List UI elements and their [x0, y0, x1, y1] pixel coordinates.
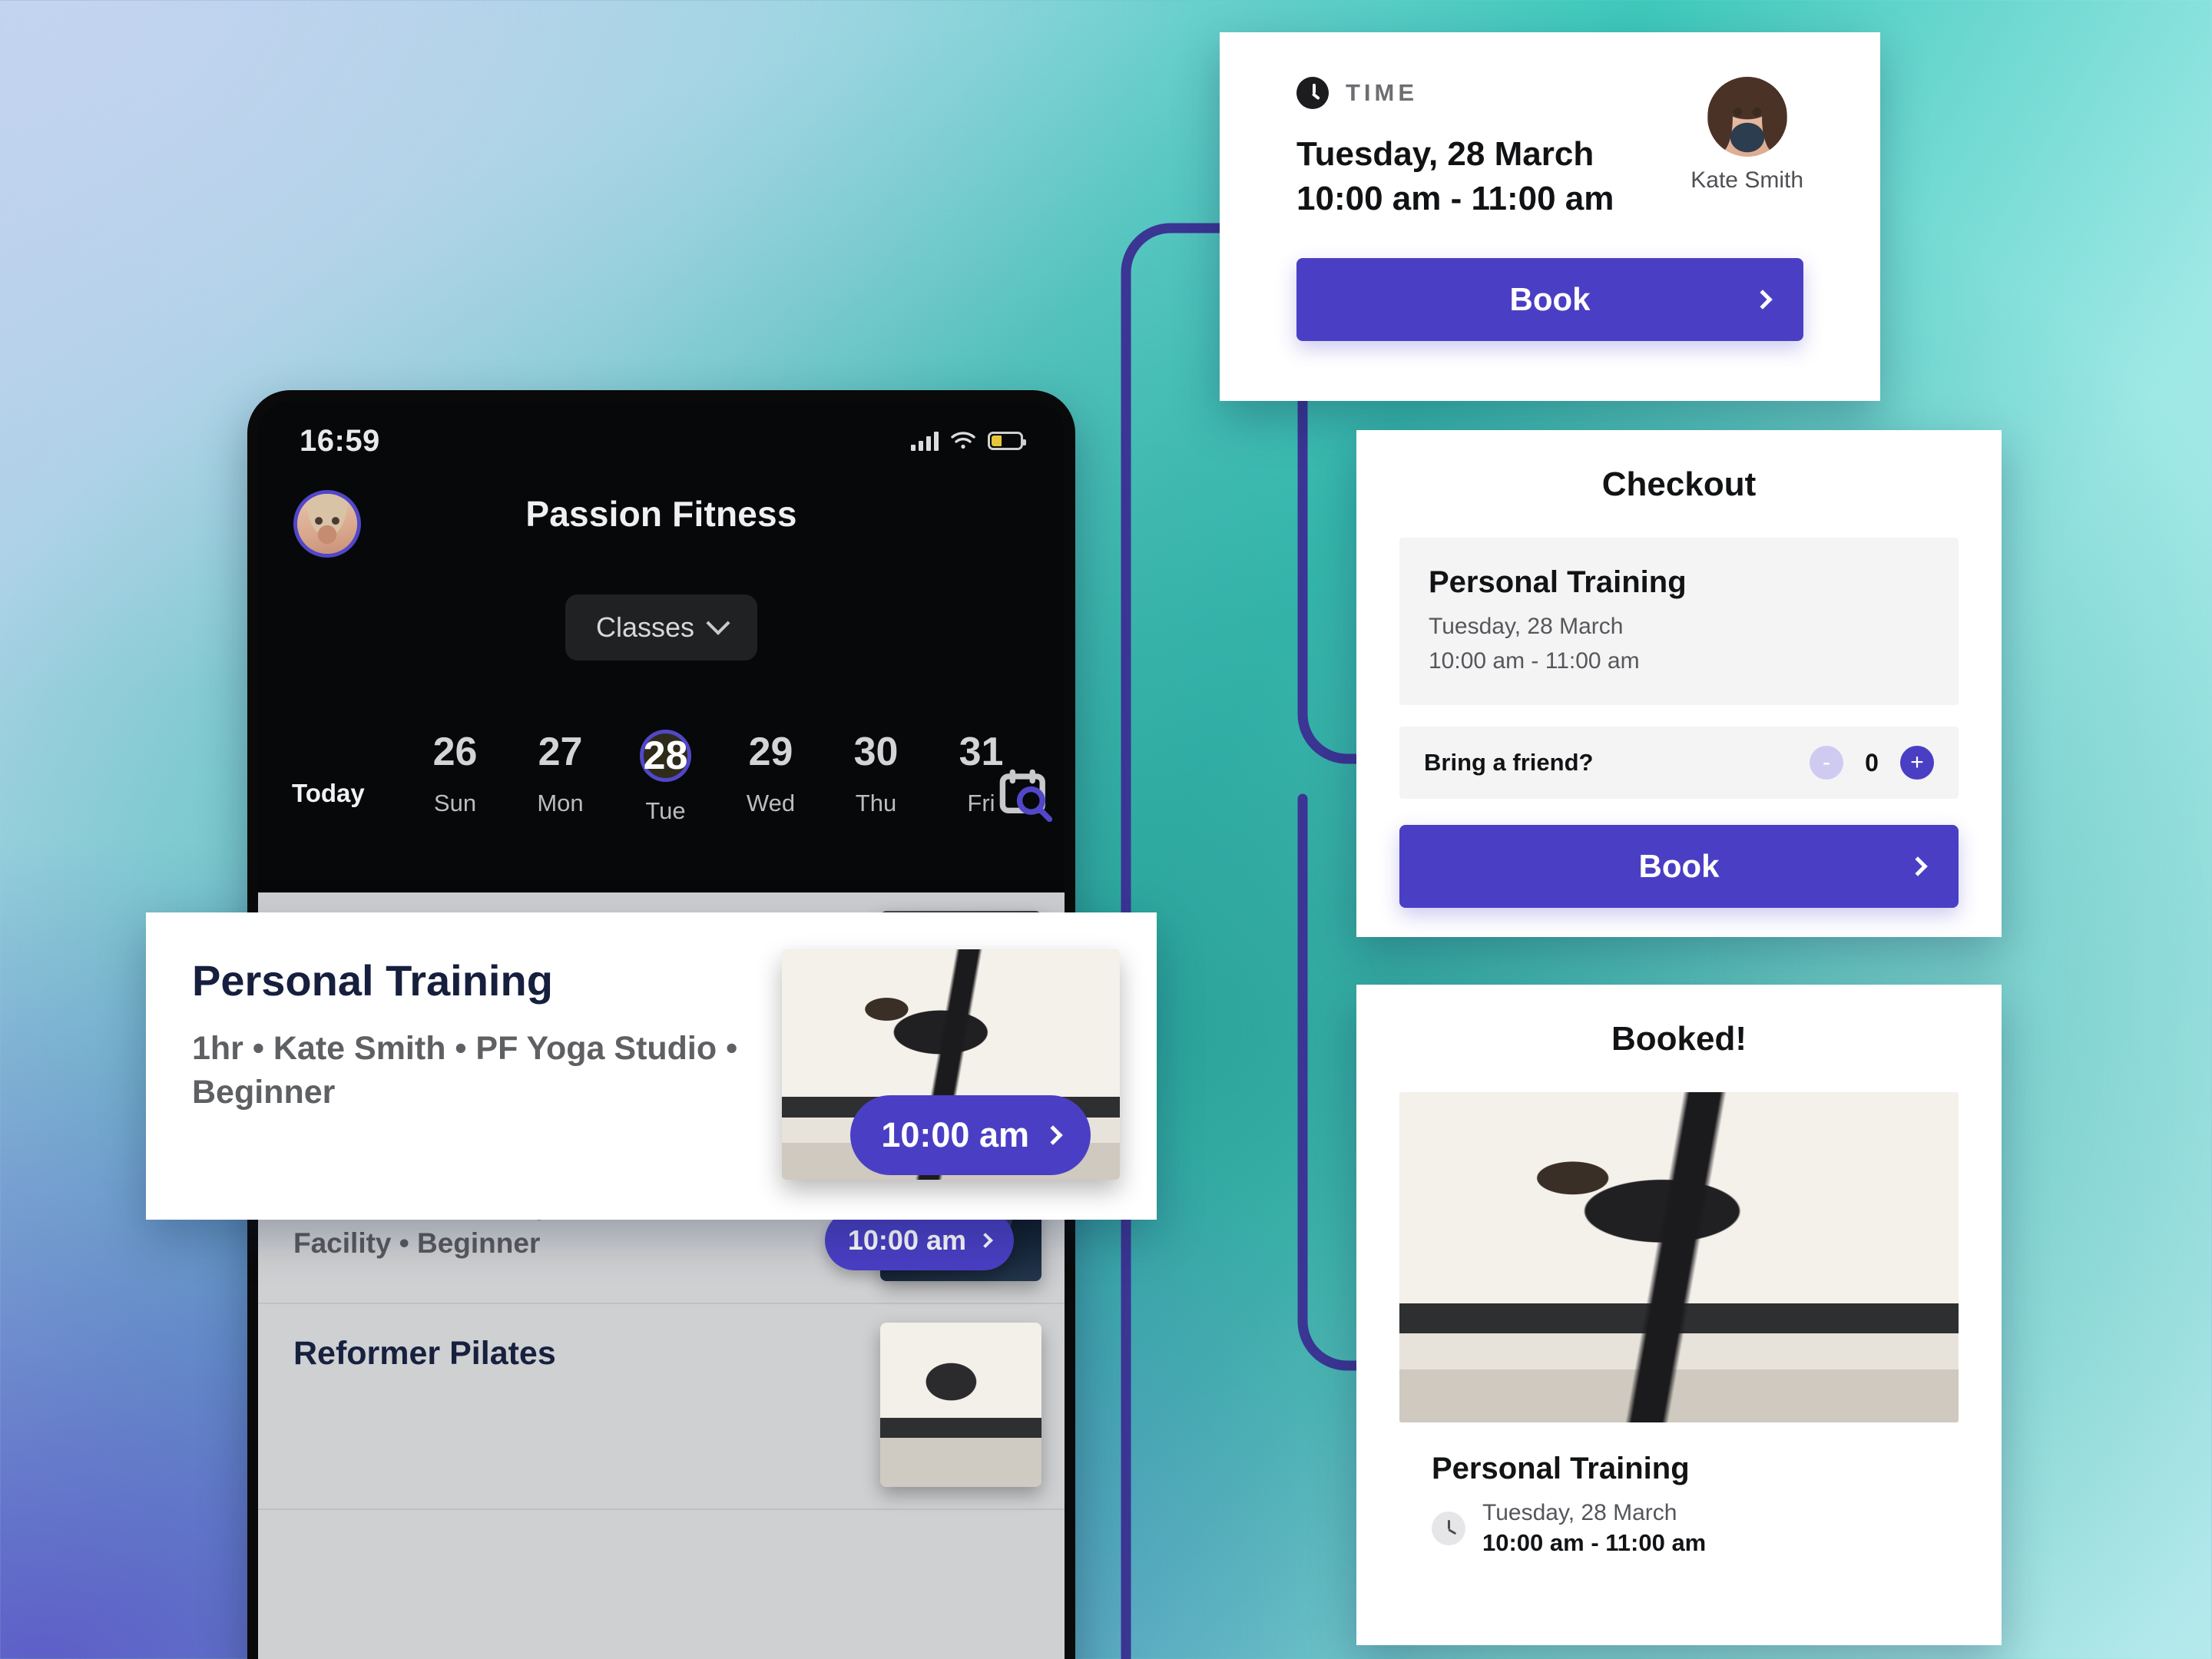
status-icons: [911, 431, 1026, 451]
calendar-day-28-selected[interactable]: 28 Tue: [613, 724, 718, 825]
class-detail-time-label: 10:00 am: [881, 1115, 1029, 1154]
increment-button[interactable]: +: [1900, 746, 1934, 780]
clock-icon: [1296, 77, 1329, 109]
booked-image: [1399, 1092, 1959, 1422]
calendar-day-29[interactable]: 29 Wed: [718, 724, 823, 825]
calendar-days: 26 Sun 27 Mon 28 Tue 29 Wed 30 Thu 31 Fr…: [402, 724, 1034, 825]
app-header: Passion Fitness: [258, 482, 1065, 567]
checkout-book-label: Book: [1638, 848, 1720, 885]
checkout-card: Checkout Personal Training Tuesday, 28 M…: [1356, 430, 2002, 937]
booked-class-title: Personal Training: [1432, 1452, 1690, 1485]
checkout-book-button[interactable]: Book: [1399, 825, 1959, 909]
checkout-title: Checkout: [1601, 465, 1757, 503]
classes-filter-button[interactable]: Classes: [565, 594, 758, 661]
time-card: TIME Tuesday, 28 March 10:00 am - 11:00 …: [1220, 32, 1880, 401]
status-clock: 16:59: [300, 423, 380, 458]
status-bar: 16:59: [258, 418, 1065, 464]
chevron-right-icon: [1043, 1125, 1063, 1145]
quantity-value: 0: [1865, 748, 1879, 777]
class-detail-meta: 1hr • Kate Smith • PF Yoga Studio • Begi…: [192, 1030, 738, 1111]
day-number: 29: [748, 730, 793, 774]
class-time-label: 10:00 am: [847, 1224, 966, 1256]
day-name: Sun: [433, 790, 477, 816]
class-detail-card[interactable]: Personal Training 1hr • Kate Smith • PF …: [146, 912, 1157, 1220]
booked-datetime: Tuesday, 28 March 10:00 am - 11:00 am: [1399, 1500, 1959, 1557]
calendar-day-30[interactable]: 30 Thu: [823, 724, 929, 825]
calendar-day-26[interactable]: 26 Sun: [402, 724, 508, 825]
classes-filter-label: Classes: [595, 611, 695, 643]
day-number: 26: [432, 730, 478, 774]
bring-a-friend-row: Bring a friend? - 0 +: [1399, 727, 1959, 800]
chevron-right-icon: [978, 1233, 993, 1248]
list-item[interactable]: Reformer Pilates: [258, 1304, 1065, 1510]
checkout-item: Personal Training Tuesday, 28 March 10:0…: [1399, 538, 1959, 706]
trainer-avatar: [1707, 77, 1787, 157]
day-name: Tue: [645, 797, 686, 824]
calendar-search-icon[interactable]: [997, 767, 1054, 823]
trainer-name: Kate Smith: [1690, 167, 1803, 193]
booked-card: Booked! Personal Training Tuesday, 28 Ma…: [1356, 985, 2002, 1645]
checkout-item-title: Personal Training: [1429, 565, 1687, 599]
wifi-icon: [951, 432, 975, 449]
time-card-left: TIME Tuesday, 28 March 10:00 am - 11:00 …: [1296, 77, 1614, 221]
booked-datetime-text: Tuesday, 28 March 10:00 am - 11:00 am: [1482, 1500, 1706, 1557]
book-button[interactable]: Book: [1296, 258, 1803, 342]
page-title: Passion Fitness: [525, 494, 797, 534]
day-number: 30: [853, 730, 899, 774]
day-name: Mon: [537, 790, 584, 816]
class-detail-time-button[interactable]: 10:00 am: [850, 1095, 1091, 1175]
chevron-right-icon: [1753, 290, 1773, 310]
trainer-block: Kate Smith: [1690, 77, 1803, 194]
decrement-button[interactable]: -: [1810, 746, 1843, 780]
book-button-label: Book: [1509, 281, 1591, 318]
clock-icon: [1432, 1512, 1465, 1545]
day-name: Thu: [855, 790, 897, 816]
time-card-header: TIME Tuesday, 28 March 10:00 am - 11:00 …: [1296, 77, 1803, 221]
chevron-down-icon: [706, 611, 730, 635]
day-name: Wed: [746, 790, 796, 816]
signal-icon: [911, 431, 939, 451]
battery-icon: [988, 432, 1026, 450]
calendar-day-27[interactable]: 27 Mon: [508, 724, 613, 825]
day-number: 28: [639, 730, 692, 782]
bring-a-friend-label: Bring a friend?: [1424, 749, 1594, 777]
class-thumbnail: [880, 1323, 1041, 1487]
booked-title: Booked!: [1611, 1020, 1747, 1058]
checkout-item-time: 10:00 am - 11:00 am: [1429, 647, 1640, 674]
chevron-right-icon: [1908, 856, 1928, 876]
day-number: 27: [538, 730, 583, 774]
checkout-item-date: Tuesday, 28 March: [1429, 614, 1624, 639]
time-card-date: Tuesday, 28 March: [1296, 135, 1594, 173]
today-label: Today: [292, 779, 365, 807]
booked-date: Tuesday, 28 March: [1482, 1500, 1677, 1525]
time-card-datetime: Tuesday, 28 March 10:00 am - 11:00 am: [1296, 132, 1614, 221]
quantity-stepper: - 0 +: [1810, 746, 1934, 780]
time-card-range: 10:00 am - 11:00 am: [1296, 180, 1614, 218]
time-section-label: TIME: [1296, 77, 1614, 109]
calendar-strip: Today 26 Sun 27 Mon 28 Tue 29 Wed 30 Thu…: [258, 724, 1065, 854]
time-label-text: TIME: [1346, 79, 1419, 106]
booked-time-range: 10:00 am - 11:00 am: [1482, 1529, 1707, 1556]
